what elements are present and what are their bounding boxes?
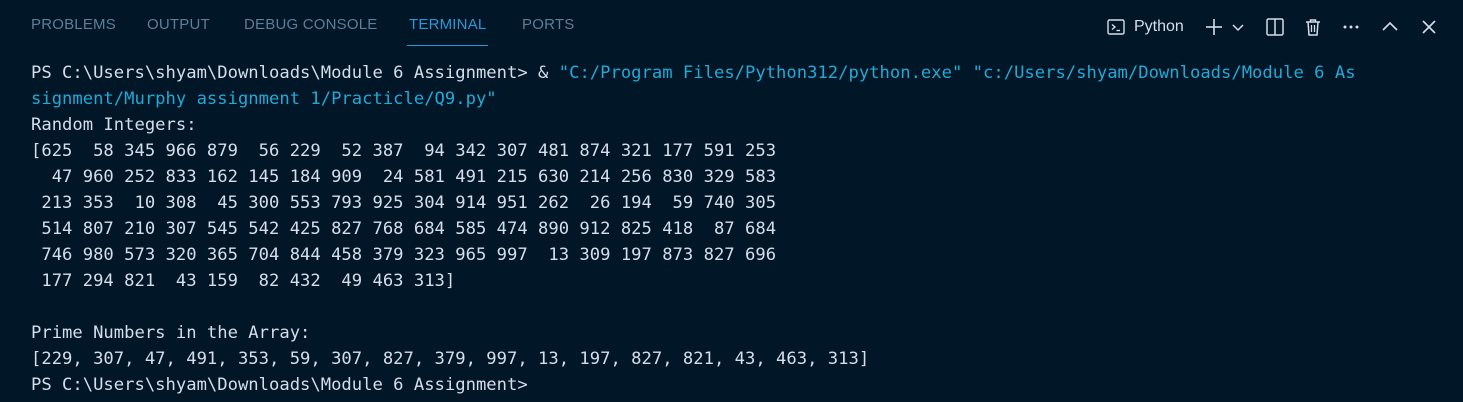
array-output-line: 177 294 821 43 159 82 432 49 463 313]	[31, 271, 456, 291]
final-prompt: PS C:\Users\shyam\Downloads\Module 6 Ass…	[31, 375, 528, 395]
command-line-wrap: signment/Murphy assignment 1/Practicle/Q…	[31, 86, 1451, 112]
prompt-text: PS C:\Users\shyam\Downloads\Module 6 Ass…	[31, 63, 559, 83]
script-path-end: signment/Murphy assignment 1/Practicle/Q…	[31, 89, 497, 109]
array-output-line: 213 353 10 308 45 300 553 793 925 304 91…	[31, 193, 777, 213]
maximize-panel-button[interactable]	[1377, 12, 1403, 42]
panel-tab-bar: PROBLEMS OUTPUT DEBUG CONSOLE TERMINAL P…	[0, 0, 1463, 54]
new-terminal-button[interactable]	[1202, 12, 1226, 42]
terminal-panel: PROBLEMS OUTPUT DEBUG CONSOLE TERMINAL P…	[0, 0, 1463, 402]
array-output-line: [625 58 345 966 879 56 229 52 387 94 342…	[31, 141, 777, 161]
terminal-profile-label: Python	[1134, 18, 1184, 35]
random-integers-header: Random Integers:	[31, 115, 197, 135]
array-output-line: 746 980 573 320 365 704 844 458 379 323 …	[31, 245, 777, 265]
launch-profile-dropdown[interactable]	[1229, 12, 1247, 42]
command-line: PS C:\Users\shyam\Downloads\Module 6 Ass…	[31, 60, 1451, 86]
close-panel-button[interactable]	[1416, 12, 1442, 42]
panel-actions: Python	[0, 12, 1463, 42]
terminal-output[interactable]: PS C:\Users\shyam\Downloads\Module 6 Ass…	[31, 60, 1451, 398]
prime-numbers-output: [229, 307, 47, 491, 353, 59, 307, 827, 3…	[31, 349, 870, 369]
script-path-start: "c:/Users/shyam/Downloads/Module 6 As	[972, 63, 1356, 83]
more-actions-button[interactable]	[1338, 12, 1364, 42]
close-icon	[1420, 18, 1438, 36]
active-tab-indicator	[407, 45, 488, 46]
kill-terminal-button[interactable]	[1300, 12, 1326, 42]
array-output-line: 47 960 252 833 162 145 184 909 24 581 49…	[31, 167, 777, 187]
chevron-up-icon	[1381, 18, 1399, 36]
python-exe-path: "C:/Program Files/Python312/python.exe"	[558, 63, 963, 83]
split-terminal-button[interactable]	[1262, 12, 1288, 42]
more-icon	[1341, 17, 1361, 37]
plus-icon	[1204, 17, 1224, 37]
chevron-down-icon	[1231, 20, 1245, 34]
prime-numbers-header: Prime Numbers in the Array:	[31, 323, 311, 343]
terminal-icon	[1106, 17, 1126, 37]
trash-icon	[1303, 17, 1323, 37]
array-output-line: 514 807 210 307 545 542 425 827 768 684 …	[31, 219, 777, 239]
split-icon	[1265, 17, 1285, 37]
terminal-profile-button[interactable]: Python	[1106, 12, 1196, 42]
